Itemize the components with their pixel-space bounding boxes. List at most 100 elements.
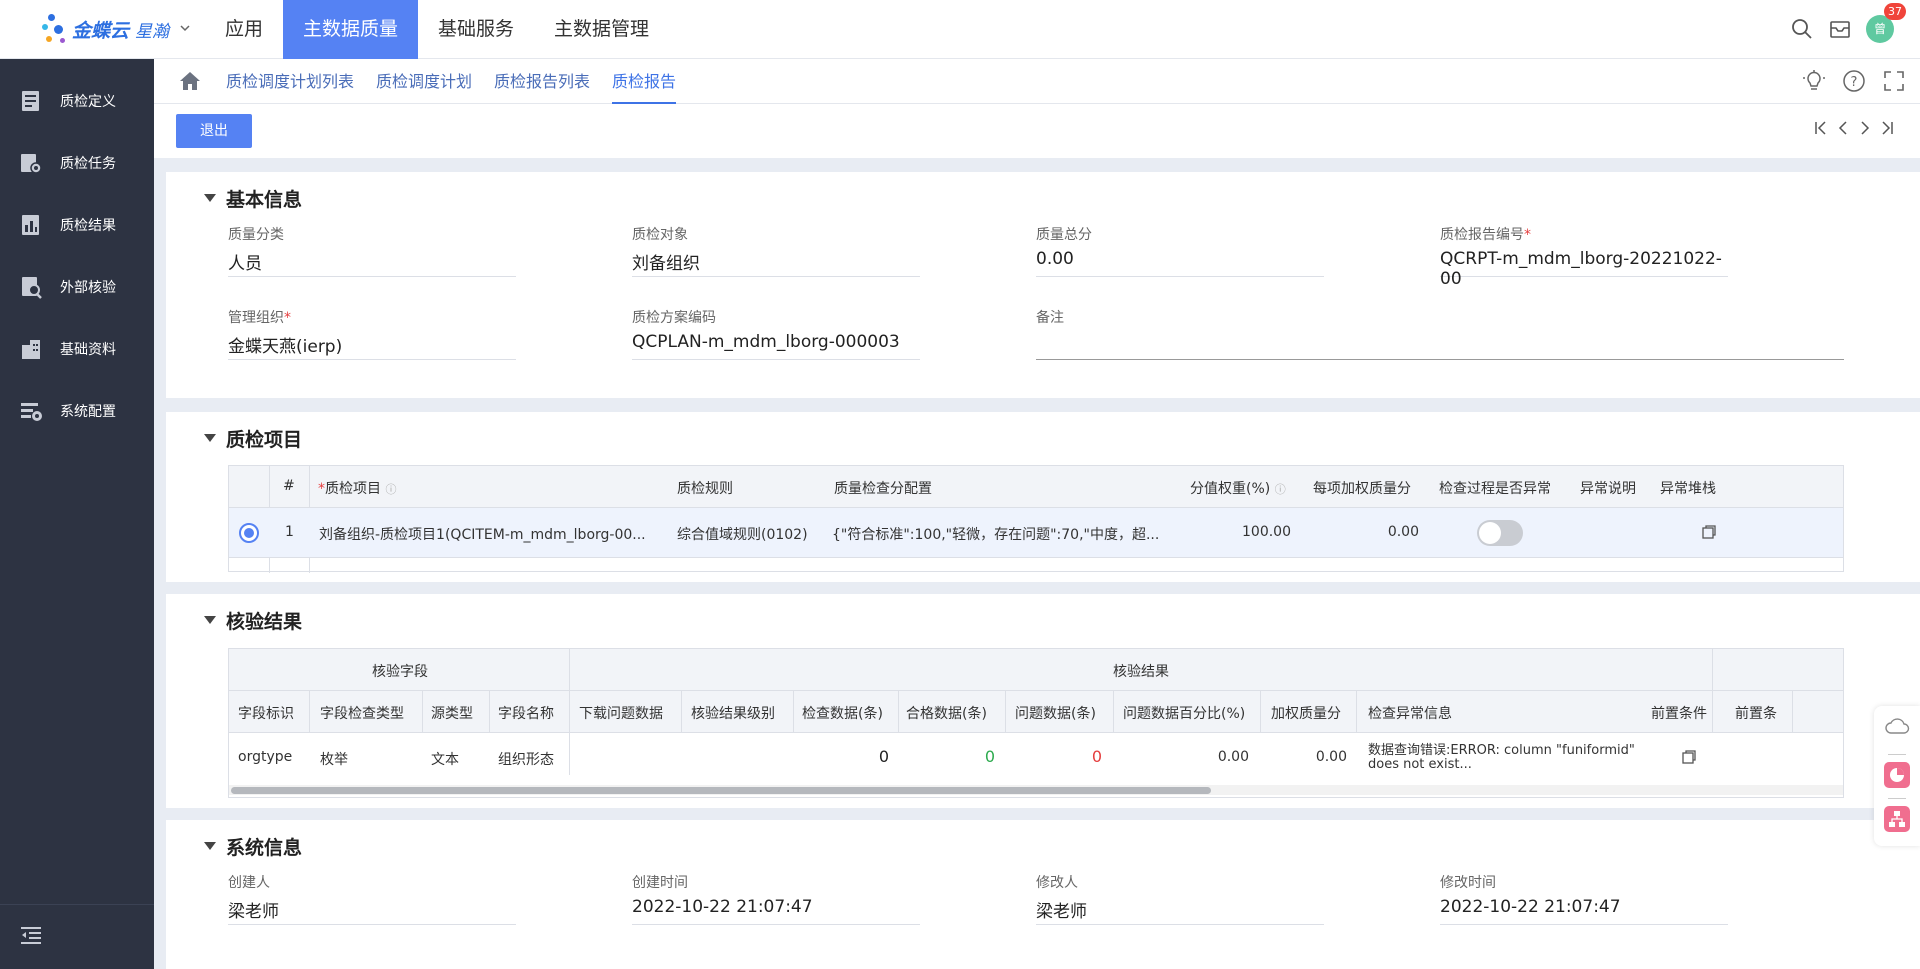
sidebar-item-label: 基础资料 [60,342,116,358]
header-exception-desc: 异常说明 [1580,481,1636,497]
org-chart-icon[interactable] [1884,806,1910,832]
help-icon[interactable]: ? [1842,69,1866,93]
breadcrumb: 质检调度计划列表 质检调度计划 质检报告列表 质检报告 ? [154,59,1920,104]
sidebar-item-label: 质检结果 [60,218,116,234]
floating-toolbar [1874,706,1920,846]
collapse-triangle-icon[interactable] [204,616,216,624]
top-nav: 应用 主数据质量 基础服务 主数据管理 [205,0,669,59]
logo-icon [40,12,70,46]
search-doc-icon [20,275,42,299]
collapse-triangle-icon[interactable] [204,194,216,202]
passed-count-cell[interactable]: 0 [915,747,995,766]
logo-text: 金蝶云 [72,19,130,42]
inbox-icon[interactable] [1828,17,1852,41]
last-record-icon[interactable] [1876,120,1898,142]
qc-item-cell[interactable]: 刘备组织-质检项目1(QCITEM-m_mdm_lborg-00... [319,524,664,544]
tab-qc-schedule-plan[interactable]: 质检调度计划 [376,59,472,104]
sidebar-item-label: 外部核验 [60,280,116,296]
nav-item-basic-services[interactable]: 基础服务 [418,0,534,59]
app-logo[interactable]: 金蝶云 星瀚 [0,0,205,59]
sidebar-item-label: 系统配置 [60,404,116,420]
error-info-line-2: does not exist... [1368,757,1472,772]
header-precondition-2: 前置条 [1735,706,1777,722]
tab-qc-schedule-plan-list[interactable]: 质检调度计划列表 [226,59,354,104]
header-field-id: 字段标识 [238,706,294,722]
horizontal-scrollbar[interactable] [229,785,1843,795]
field-label: 质量分类 [228,227,284,243]
tab-qc-report-list[interactable]: 质检报告列表 [494,59,590,104]
cloud-icon[interactable] [1884,716,1910,740]
prev-record-icon[interactable] [1832,120,1854,142]
section-title: 系统信息 [226,837,303,859]
table-header: # *质检项目 ⓘ 质检规则 质量检查分配置 分值权重(%) ⓘ 每项加权质量分… [229,466,1843,508]
field-label: 备注 [1036,310,1064,326]
home-icon[interactable] [176,67,204,95]
modifier-field: 修改人 梁老师 [1036,872,1324,925]
field-label: 创建人 [228,875,270,891]
header-check-type: 字段检查类型 [320,706,404,722]
exit-button[interactable]: 退出 [176,114,252,148]
first-record-icon[interactable] [1810,120,1832,142]
qc-object-field: 质检对象 刘备组织 [632,224,920,277]
analytics-icon[interactable] [1884,762,1910,788]
sidebar: 质检定义 质检任务 质检结果 外部核验 基础资料 系统配置 [0,59,154,969]
section-title: 质检项目 [226,429,303,451]
table-row[interactable]: orgtype 枚举 文本 组织形态 0 0 0 0.00 0.00 数据查询错… [229,733,1843,781]
verify-result-panel: 核验结果 核验字段 核验结果 字段标识 字段检查类型 源类型 字段名称 下载问题… [166,594,1920,808]
logo-subtext: 星瀚 [135,21,170,42]
field-label: 质检对象 [632,227,688,243]
qc-rule-cell: 综合值域规则(0102) [677,527,808,543]
header-error-info: 检查异常信息 [1368,706,1452,722]
section-title: 核验结果 [226,611,303,633]
sidebar-item-qc-task[interactable]: 质检任务 [0,132,154,194]
row-radio[interactable] [239,523,259,543]
copy-icon[interactable] [1681,749,1697,769]
table-header: 字段标识 字段检查类型 源类型 字段名称 下载问题数据 核验结果级别 检查数据(… [229,691,1843,733]
nav-item-apps[interactable]: 应用 [205,0,283,59]
header-field-name: 字段名称 [498,706,554,722]
document-icon [20,89,42,113]
tab-qc-report[interactable]: 质检报告 [612,59,677,104]
record-pager [1810,120,1920,142]
header-problem-pct: 问题数据百分比(%) [1123,706,1246,722]
field-value: 2022-10-22 21:07:47 [632,897,920,925]
modified-time-field: 修改时间 2022-10-22 21:07:47 [1440,872,1728,925]
header-score-config: 质量检查分配置 [834,481,932,497]
chevron-down-icon[interactable] [179,22,191,37]
header-exception-stack: 异常堆栈 [1660,481,1716,497]
collapse-triangle-icon[interactable] [204,842,216,850]
sidebar-item-basic-data[interactable]: 基础资料 [0,318,154,380]
sidebar-item-external-verify[interactable]: 外部核验 [0,256,154,318]
nav-item-master-data-quality[interactable]: 主数据质量 [283,0,419,59]
sidebar-collapse-button[interactable] [0,904,154,969]
header-level: 核验结果级别 [691,706,775,722]
row-index: 1 [285,524,294,540]
verify-table: 核验字段 核验结果 字段标识 字段检查类型 源类型 字段名称 下载问题数据 核验… [228,648,1844,798]
remark-input[interactable] [1036,332,1844,360]
sidebar-item-qc-result[interactable]: 质检结果 [0,194,154,256]
sidebar-item-system-config[interactable]: 系统配置 [0,380,154,442]
sidebar-item-qc-definition[interactable]: 质检定义 [0,70,154,132]
sidebar-item-label: 质检任务 [60,156,116,172]
exception-toggle[interactable] [1477,520,1523,546]
nav-item-master-data-management[interactable]: 主数据管理 [534,0,669,59]
avatar[interactable]: 曾 37 [1866,3,1906,43]
field-label: 创建时间 [632,875,688,891]
next-record-icon[interactable] [1854,120,1876,142]
sidebar-item-label: 质检定义 [60,94,116,110]
header-source-type: 源类型 [431,706,473,722]
remark-field[interactable]: 备注 [1036,307,1844,360]
fullscreen-icon[interactable] [1882,69,1906,93]
error-info-line-1: 数据查询错误:ERROR: column "funiformid" [1368,743,1635,758]
search-icon[interactable] [1790,17,1814,41]
header-download: 下载问题数据 [579,706,663,722]
lightbulb-icon[interactable] [1802,69,1826,93]
collapse-triangle-icon[interactable] [204,434,216,442]
scrollbar-thumb[interactable] [231,787,1211,794]
field-value: QCPLAN-m_mdm_lborg-000003 [632,332,920,360]
copy-icon[interactable] [1701,524,1717,544]
problem-count-cell[interactable]: 0 [1022,747,1102,766]
table-row[interactable]: 1 刘备组织-质检项目1(QCITEM-m_mdm_lborg-00... 综合… [229,508,1843,558]
created-time-field: 创建时间 2022-10-22 21:07:47 [632,872,920,925]
header-weight: 分值权重(%) ⓘ [1190,481,1286,497]
